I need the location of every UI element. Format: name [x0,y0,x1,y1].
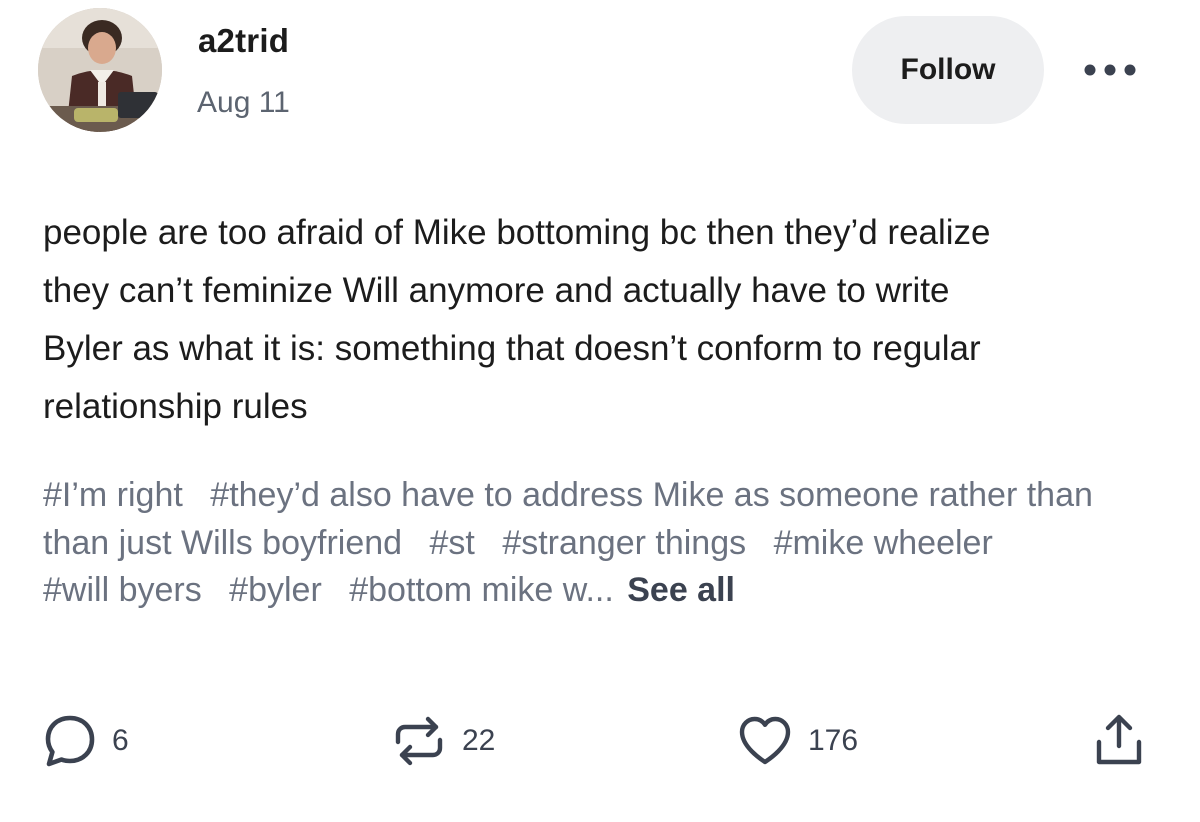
more-horizontal-icon [1084,64,1136,76]
avatar[interactable] [38,8,162,132]
comment-bubble-icon [45,715,95,767]
see-all-tags-link[interactable]: See all [627,571,735,609]
reblog-icon [395,716,443,766]
like-button[interactable]: 176 [736,712,858,770]
post-date: Aug 11 [197,86,290,119]
heart-icon [739,716,791,765]
follow-button[interactable]: Follow [852,16,1044,124]
tag-list: #I’m right #they’d also have to address … [43,472,1163,615]
post-text-line: they can’t feminize Will anymore and act… [43,271,950,310]
post-text-line: Byler as what it is: something that does… [43,329,981,368]
tag[interactable]: #st [430,524,475,562]
post-card: a2trid Aug 11 Follow people are too afra… [0,0,1200,822]
post-body: people are too afraid of Mike bottoming … [43,204,1153,436]
comment-button[interactable]: 6 [42,712,129,770]
comment-count: 6 [112,724,129,757]
reblog-count: 22 [462,724,496,757]
tag[interactable]: #bottom mike w... [349,571,614,609]
post-text-line: people are too afraid of Mike bottoming … [43,213,991,252]
share-button[interactable] [1092,712,1146,770]
share-icon [1096,714,1142,765]
tag[interactable]: #mike wheeler [774,524,993,562]
avatar-image [38,8,162,132]
more-options-button[interactable] [1080,52,1140,88]
post-text-line: relationship rules [43,387,308,426]
tag[interactable]: #will byers [43,571,202,609]
reblog-button[interactable]: 22 [390,712,495,770]
tag[interactable]: #byler [229,571,322,609]
tag[interactable]: #stranger things [502,524,746,562]
like-count: 176 [808,724,859,757]
username[interactable]: a2trid [198,22,289,60]
tag[interactable]: #I’m right [43,476,183,514]
